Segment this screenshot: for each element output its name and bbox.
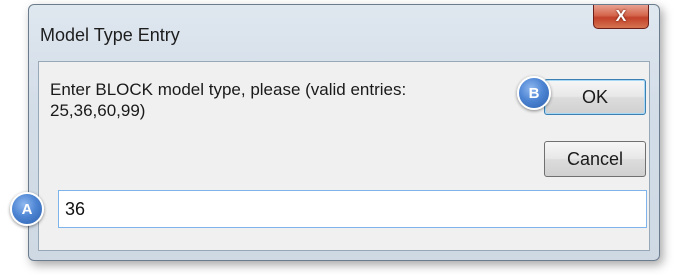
ok-button[interactable]: OK <box>544 79 646 115</box>
callout-badge-b: B <box>517 76 551 110</box>
model-type-input-value: 36 <box>65 199 86 219</box>
cancel-button[interactable]: Cancel <box>544 141 646 177</box>
close-icon: X <box>615 7 627 25</box>
cancel-button-label: Cancel <box>566 148 624 169</box>
ok-button-label: OK <box>581 86 608 107</box>
dialog-body: Enter BLOCK model type, please (valid en… <box>38 61 650 251</box>
model-type-entry-dialog: Model Type Entry X Enter BLOCK model typ… <box>28 4 660 261</box>
callout-badge-b-label: B <box>528 84 540 102</box>
callout-badge-a: A <box>10 192 44 226</box>
model-type-input[interactable]: 36 <box>58 190 647 228</box>
title-bar[interactable]: Model Type Entry X <box>29 5 659 61</box>
prompt-text: Enter BLOCK model type, please (valid en… <box>50 80 407 120</box>
callout-badge-a-label: A <box>21 200 33 218</box>
dialog-title: Model Type Entry <box>40 25 180 45</box>
screenshot-stage: Model Type Entry X Enter BLOCK model typ… <box>0 0 676 275</box>
close-button[interactable]: X <box>593 5 649 29</box>
